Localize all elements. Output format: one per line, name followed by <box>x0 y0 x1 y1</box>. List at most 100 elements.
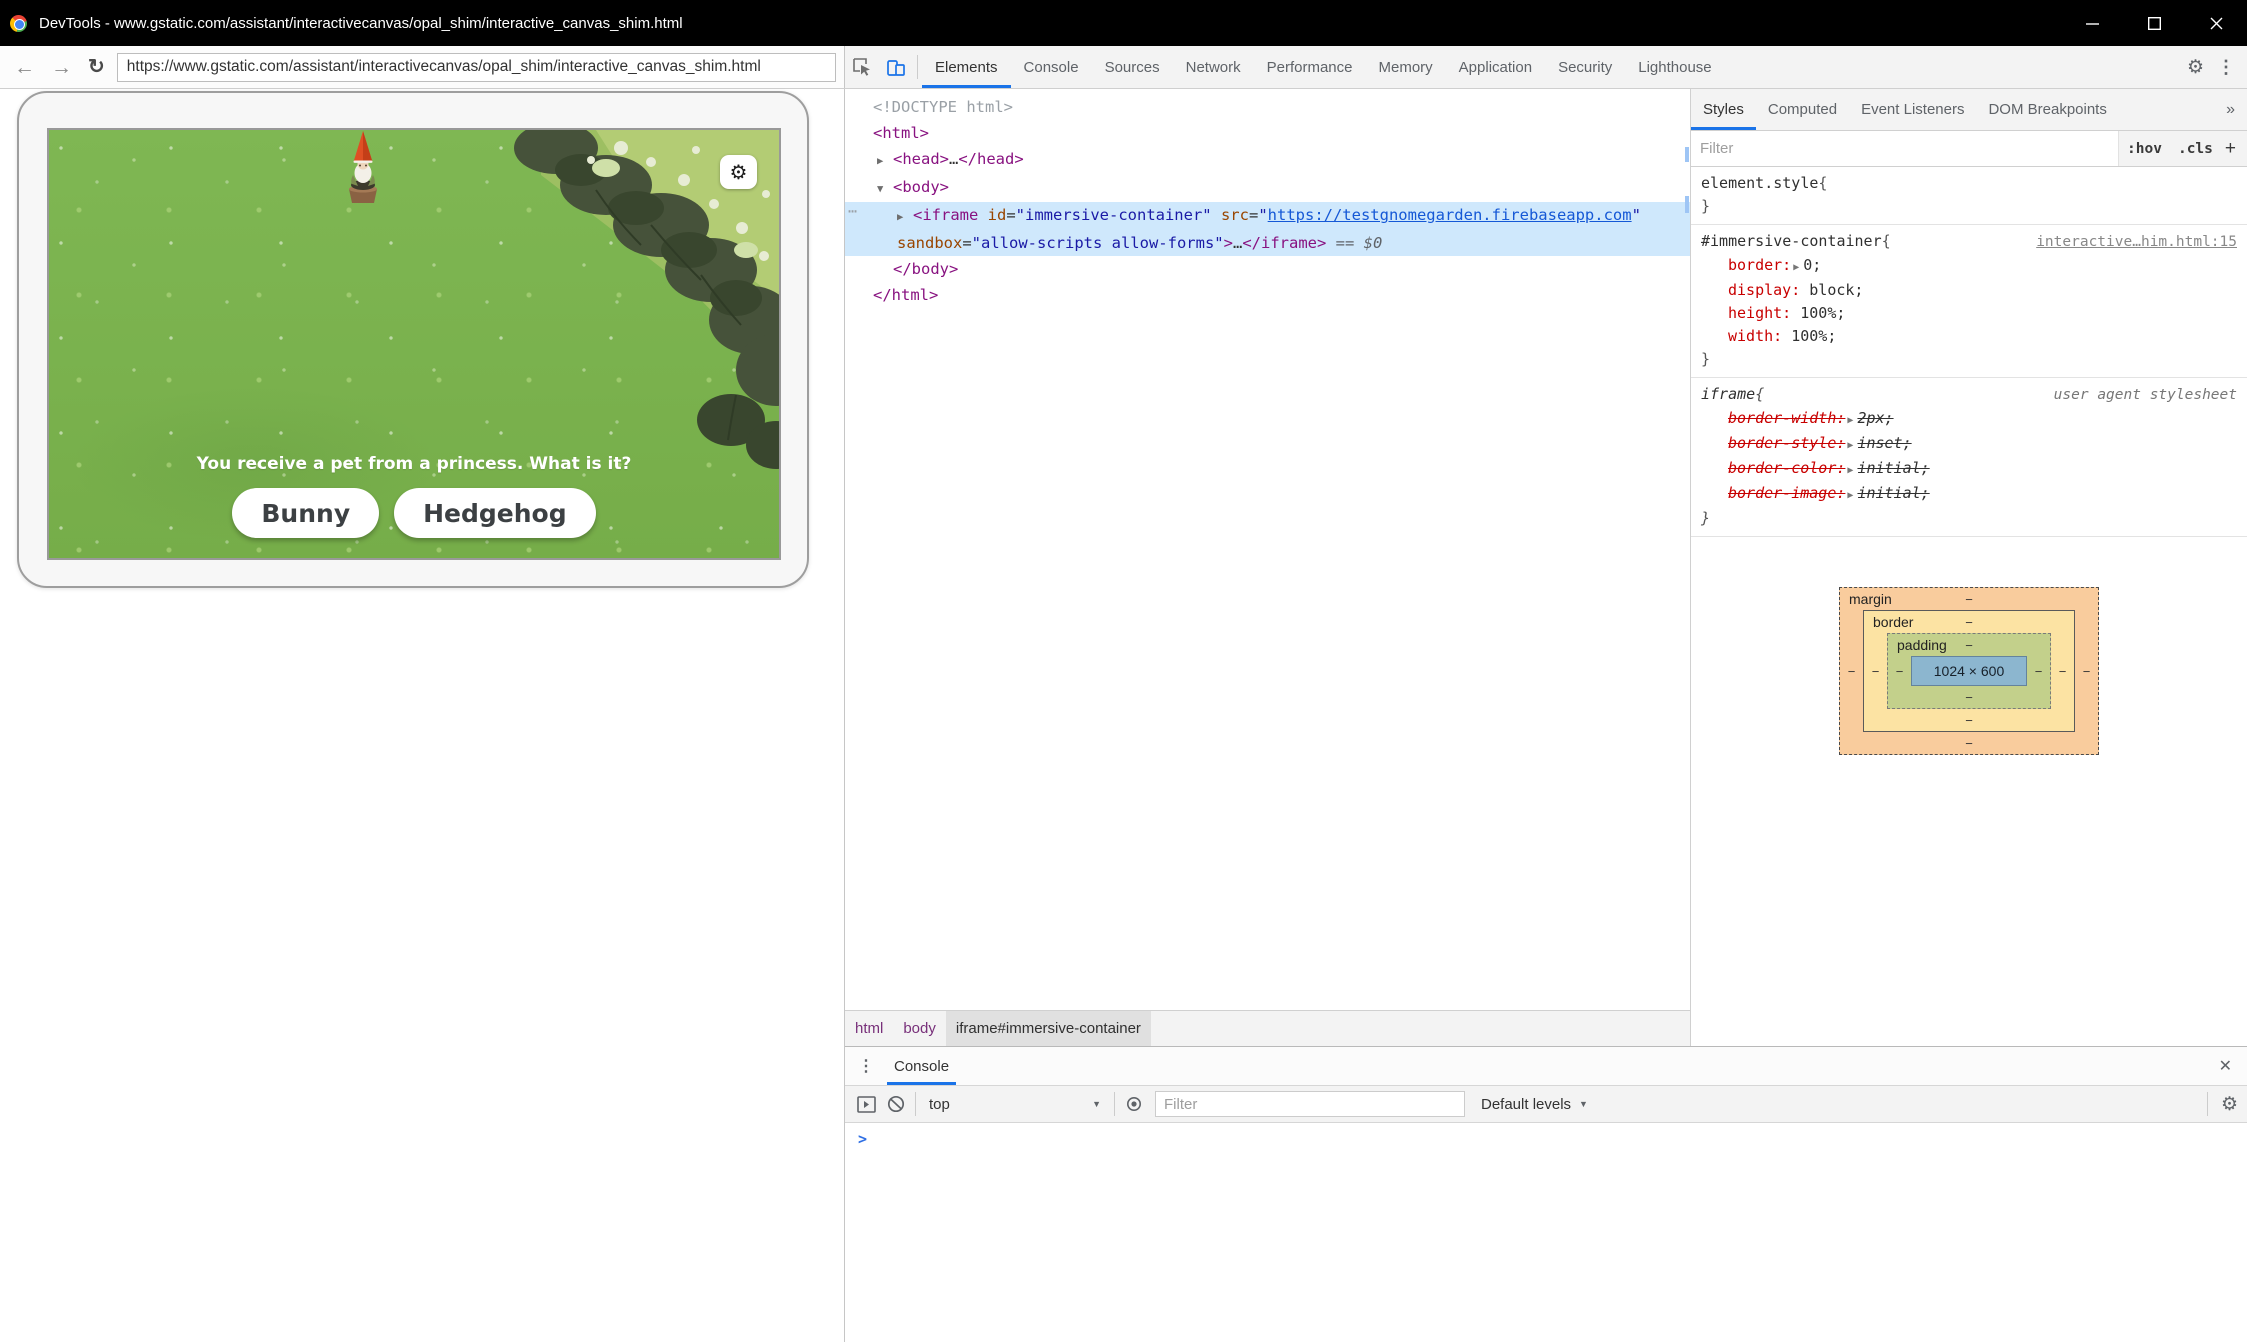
stylesheet-source-link[interactable]: interactive…him.html:15 <box>2026 231 2237 254</box>
box-model-padding[interactable]: padding − − 1024 × 600 − − <box>1887 633 2051 709</box>
pseudo-state-toggle[interactable]: :hov <box>2119 131 2170 166</box>
css-property[interactable]: height: 100%; <box>1701 302 2237 325</box>
url-input[interactable] <box>125 57 828 77</box>
margin-top-value[interactable]: − <box>1965 592 1973 607</box>
sidebar-tab-computed[interactable]: Computed <box>1756 89 1849 130</box>
padding-top-value[interactable]: − <box>1965 638 1973 653</box>
console-settings-icon[interactable]: ⚙ <box>2212 1093 2247 1116</box>
dom-tree-line[interactable]: ⋯▶<iframe id="immersive-container" src="… <box>845 202 1690 230</box>
css-property[interactable]: border-style:▶inset; <box>1701 432 2237 457</box>
css-property[interactable]: border-color:▶initial; <box>1701 457 2237 482</box>
class-toggle[interactable]: .cls <box>2170 131 2221 166</box>
sidebar-tab-event-listeners[interactable]: Event Listeners <box>1849 89 1976 130</box>
console-tab[interactable]: Console <box>887 1047 956 1085</box>
expand-value-arrow-icon[interactable]: ▶ <box>1845 440 1857 451</box>
expand-value-arrow-icon[interactable]: ▶ <box>1791 262 1803 273</box>
styles-filter-input[interactable] <box>1691 131 2119 166</box>
sidebar-tab-dom-breakpoints[interactable]: DOM Breakpoints <box>1976 89 2118 130</box>
border-bottom-value[interactable]: − <box>1965 713 1973 728</box>
devtools-tab-elements[interactable]: Elements <box>922 46 1011 88</box>
devtools-tab-performance[interactable]: Performance <box>1254 46 1366 88</box>
css-property[interactable]: width: 100%; <box>1701 325 2237 348</box>
expand-arrow-icon[interactable]: ▶ <box>877 148 893 174</box>
css-selector[interactable]: #immersive-container <box>1701 230 1882 253</box>
devtools-menu-icon[interactable]: ⋮ <box>2213 57 2247 78</box>
border-top-value[interactable]: − <box>1965 615 1973 630</box>
sidebar-tab-styles[interactable]: Styles <box>1691 89 1756 130</box>
dom-tree-line[interactable]: ▼<body> <box>845 174 1690 202</box>
forward-button[interactable]: → <box>43 57 80 78</box>
margin-bottom-value[interactable]: − <box>1965 736 1973 751</box>
devtools-tab-console[interactable]: Console <box>1011 46 1092 88</box>
choice-hedgehog-button[interactable]: Hedgehog <box>394 488 596 538</box>
live-expression-eye-icon[interactable] <box>1119 1097 1149 1111</box>
expand-arrow-icon[interactable]: ▶ <box>897 204 913 230</box>
minimize-button[interactable] <box>2061 0 2123 46</box>
inspect-element-icon[interactable] <box>845 46 879 88</box>
devtools-tab-lighthouse[interactable]: Lighthouse <box>1625 46 1724 88</box>
console-log-area[interactable]: > <box>845 1123 2247 1342</box>
box-model: margin − − border − − <box>1691 537 2247 755</box>
node-menu-dots-icon[interactable]: ⋯ <box>848 198 858 224</box>
collapse-arrow-icon[interactable]: ▼ <box>877 176 893 202</box>
console-filter-input[interactable] <box>1156 1096 1464 1113</box>
close-window-button[interactable] <box>2185 0 2247 46</box>
expand-value-arrow-icon[interactable]: ▶ <box>1845 415 1857 426</box>
css-property[interactable]: border-width:▶2px; <box>1701 407 2237 432</box>
margin-right-value[interactable]: − <box>2075 664 2098 679</box>
dom-tree-line[interactable]: <!DOCTYPE html> <box>845 94 1690 120</box>
address-bar[interactable] <box>117 53 836 82</box>
log-levels-select[interactable]: Default levels ▼ <box>1471 1096 1598 1113</box>
margin-left-value[interactable]: − <box>1840 664 1863 679</box>
close-drawer-icon[interactable]: ✕ <box>2204 1047 2247 1085</box>
expand-value-arrow-icon[interactable]: ▶ <box>1845 465 1857 476</box>
dom-tree-line[interactable]: <html> <box>845 120 1690 146</box>
back-button[interactable]: ← <box>6 57 43 78</box>
css-selector[interactable]: iframe <box>1701 383 1755 406</box>
maximize-button[interactable] <box>2123 0 2185 46</box>
padding-bottom-value[interactable]: − <box>1965 690 1973 705</box>
breadcrumb-html[interactable]: html <box>845 1011 893 1046</box>
reload-button[interactable]: ↻ <box>80 57 113 77</box>
devtools-tab-network[interactable]: Network <box>1173 46 1254 88</box>
border-left-value[interactable]: − <box>1864 664 1887 679</box>
dom-tree-line[interactable]: sandbox="allow-scripts allow-forms">…</i… <box>845 230 1690 256</box>
devtools-tab-security[interactable]: Security <box>1545 46 1625 88</box>
dom-tree-line[interactable]: ▶<head>…</head> <box>845 146 1690 174</box>
dom-tree-line[interactable]: </html> <box>845 282 1690 308</box>
css-rule[interactable]: iframe {user agent stylesheetborder-widt… <box>1691 378 2247 537</box>
console-sidebar-toggle-icon[interactable] <box>851 1096 881 1113</box>
console-filter-box[interactable] <box>1155 1091 1465 1117</box>
css-property[interactable]: border:▶0; <box>1701 254 2237 279</box>
box-model-content[interactable]: 1024 × 600 <box>1911 656 2027 686</box>
breadcrumb-body[interactable]: body <box>893 1011 946 1046</box>
sidebar-tabs-overflow-icon[interactable]: » <box>2214 89 2247 130</box>
css-property[interactable]: display: block; <box>1701 279 2237 302</box>
code-token: = <box>1006 206 1015 224</box>
game-settings-button[interactable]: ⚙ <box>720 155 757 189</box>
padding-left-value[interactable]: − <box>1888 664 1911 679</box>
box-model-margin[interactable]: margin − − border − − <box>1839 587 2099 755</box>
box-model-border[interactable]: border − − padding − <box>1863 610 2075 732</box>
choice-bunny-button[interactable]: Bunny <box>232 488 379 538</box>
devtools-settings-icon[interactable]: ⚙ <box>2178 56 2213 79</box>
breadcrumb-iframe-immersive-container[interactable]: iframe#immersive-container <box>946 1011 1151 1046</box>
clear-console-icon[interactable] <box>881 1095 911 1113</box>
expand-value-arrow-icon[interactable]: ▶ <box>1845 490 1857 501</box>
console-prompt-chevron[interactable]: > <box>858 1130 867 1148</box>
code-token[interactable]: https://testgnomegarden.firebaseapp.com <box>1268 206 1632 224</box>
border-right-value[interactable]: − <box>2051 664 2074 679</box>
dom-tree-line[interactable]: </body> <box>845 256 1690 282</box>
css-rule[interactable]: element.style {} <box>1691 167 2247 225</box>
css-rule[interactable]: #immersive-container {interactive…him.ht… <box>1691 225 2247 378</box>
css-property[interactable]: border-image:▶initial; <box>1701 482 2237 507</box>
padding-right-value[interactable]: − <box>2027 664 2050 679</box>
drawer-menu-icon[interactable]: ⋮ <box>845 1047 887 1085</box>
device-toolbar-icon[interactable] <box>879 46 913 88</box>
devtools-tab-sources[interactable]: Sources <box>1092 46 1173 88</box>
execution-context-select[interactable]: top ▼ <box>920 1096 1110 1113</box>
css-selector[interactable]: element.style <box>1701 172 1818 195</box>
new-style-rule-button[interactable]: + <box>2221 131 2247 166</box>
devtools-tab-memory[interactable]: Memory <box>1366 46 1446 88</box>
devtools-tab-application[interactable]: Application <box>1446 46 1545 88</box>
